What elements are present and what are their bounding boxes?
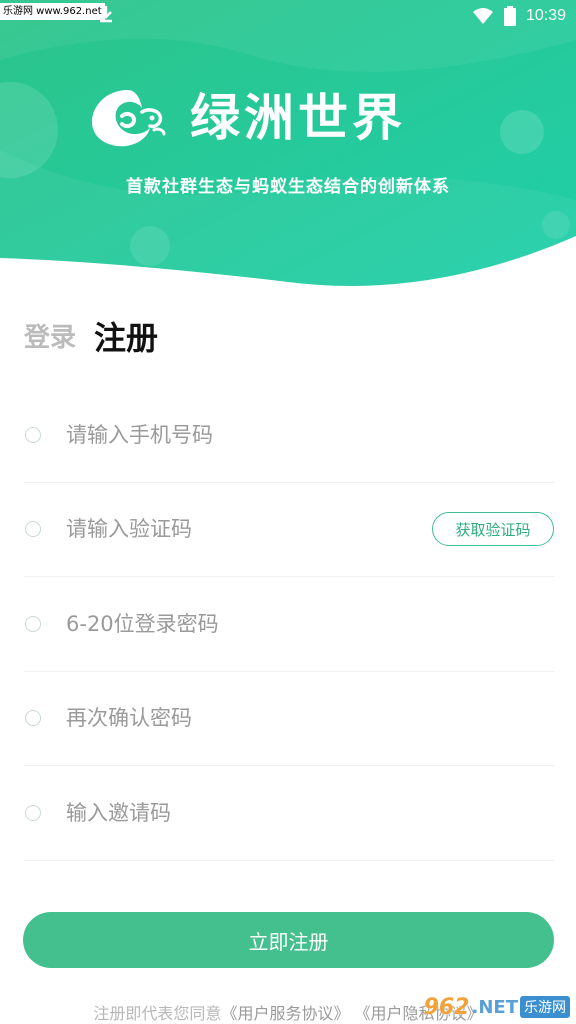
invite-field-row — [24, 766, 554, 861]
auth-tabs: 登录 注册 — [24, 318, 158, 358]
phone-field-row — [24, 388, 554, 483]
status-time: 10:39 — [525, 7, 566, 24]
watermark-top: 乐游网 www.962.net — [0, 3, 105, 20]
oasis-logo-icon — [92, 90, 166, 147]
invite-code-input[interactable] — [66, 792, 414, 833]
confirm-password-field-row — [24, 672, 554, 766]
wifi-icon — [472, 8, 493, 24]
get-code-button[interactable]: 获取验证码 — [432, 512, 554, 547]
password-field-row — [24, 577, 554, 672]
confirm-password-input[interactable] — [66, 698, 414, 739]
watermark-site: 乐游网 — [520, 996, 570, 1018]
watermark-number: 962 — [423, 994, 470, 1020]
tab-register[interactable]: 注册 — [94, 318, 158, 358]
app-slogan: 首款社群生态与蚂蚁生态结合的创新体系 — [126, 177, 450, 197]
agreement-prefix: 注册即代表您同意 — [93, 1004, 222, 1023]
code-field-row: 获取验证码 — [24, 483, 554, 577]
phone-input[interactable] — [66, 414, 414, 455]
tab-login[interactable]: 登录 — [24, 318, 76, 358]
verification-code-input[interactable] — [66, 509, 414, 550]
phone-circle-icon — [25, 426, 41, 443]
password-input[interactable] — [66, 603, 414, 644]
register-submit-button[interactable]: 立即注册 — [23, 912, 554, 968]
invite-circle-icon — [25, 804, 41, 821]
service-agreement-link[interactable]: 《用户服务协议》 — [221, 1004, 349, 1023]
password-circle-icon — [25, 615, 41, 632]
watermark-domain: .NET — [471, 996, 518, 1018]
status-bar: 乐游网 www.962.net 10:39 — [0, 0, 576, 32]
confirm-password-circle-icon — [25, 710, 41, 727]
watermark-bottom: 962 .NET 乐游网 — [424, 994, 570, 1020]
code-circle-icon — [25, 521, 41, 538]
battery-icon — [503, 6, 516, 26]
app-title: 绿洲世界 — [190, 89, 406, 147]
register-form: 获取验证码 — [24, 388, 554, 861]
header-banner: 乐游网 www.962.net 10:39 绿洲世界 首款社群生态与蚂蚁生态结合… — [0, 0, 576, 290]
